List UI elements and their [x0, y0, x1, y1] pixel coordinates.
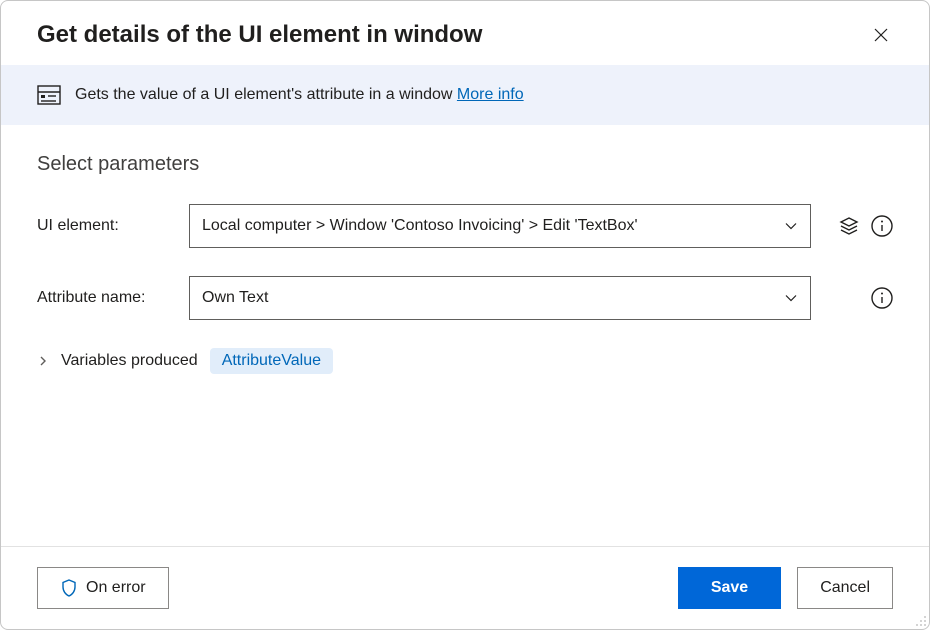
action-summary-icon — [37, 85, 61, 105]
attribute-name-label: Attribute name: — [37, 289, 177, 307]
ui-element-value: Local computer > Window 'Contoso Invoici… — [202, 217, 638, 235]
resize-grip-icon[interactable] — [913, 613, 927, 627]
attribute-name-value: Own Text — [202, 289, 268, 307]
parameters-section: Select parameters UI element: Local comp… — [1, 125, 929, 546]
ui-element-dropdown[interactable]: Local computer > Window 'Contoso Invoici… — [189, 204, 811, 248]
close-button[interactable] — [869, 23, 893, 47]
ui-element-label: UI element: — [37, 217, 177, 235]
dialog-footer: On error Save Cancel — [1, 546, 929, 629]
dialog-header: Get details of the UI element in window — [1, 1, 929, 65]
info-text: Gets the value of a UI element's attribu… — [75, 86, 524, 104]
ui-element-actions — [833, 215, 893, 237]
attribute-name-row: Attribute name: Own Text — [37, 276, 893, 320]
on-error-button[interactable]: On error — [37, 567, 169, 609]
chevron-down-icon — [784, 291, 798, 305]
attribute-name-dropdown[interactable]: Own Text — [189, 276, 811, 320]
close-icon — [873, 27, 889, 43]
dialog-window: Get details of the UI element in window … — [0, 0, 930, 630]
layers-icon[interactable] — [839, 216, 859, 236]
ui-element-row: UI element: Local computer > Window 'Con… — [37, 204, 893, 248]
cancel-button[interactable]: Cancel — [797, 567, 893, 609]
on-error-label: On error — [86, 579, 146, 597]
variable-badge[interactable]: AttributeValue — [210, 348, 333, 374]
chevron-right-icon[interactable] — [37, 355, 49, 367]
info-icon[interactable] — [871, 215, 893, 237]
info-icon[interactable] — [871, 287, 893, 309]
save-button[interactable]: Save — [678, 567, 781, 609]
more-info-link[interactable]: More info — [457, 86, 524, 103]
variables-produced-label: Variables produced — [61, 352, 198, 370]
info-bar: Gets the value of a UI element's attribu… — [1, 65, 929, 125]
attribute-name-actions — [833, 287, 893, 309]
shield-icon — [60, 579, 78, 597]
variables-produced-row: Variables produced AttributeValue — [37, 348, 893, 374]
info-description: Gets the value of a UI element's attribu… — [75, 86, 457, 103]
section-title: Select parameters — [37, 153, 893, 176]
dialog-title: Get details of the UI element in window — [37, 21, 482, 49]
chevron-down-icon — [784, 219, 798, 233]
footer-actions: Save Cancel — [678, 567, 893, 609]
